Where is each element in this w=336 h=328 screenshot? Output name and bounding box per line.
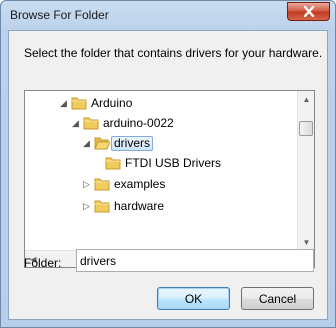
tree-node-arduino[interactable]: ◢ Arduino [25, 94, 295, 113]
tree-node-arduino-0022[interactable]: ◢ arduino-0022 [25, 114, 295, 133]
folder-icon [105, 157, 121, 170]
vertical-scrollbar[interactable]: ▲ ▼ [297, 91, 314, 251]
folder-open-icon [94, 137, 110, 150]
scroll-thumb[interactable] [299, 121, 313, 136]
tree-node-label: FTDI USB Drivers [125, 156, 221, 170]
close-icon [303, 6, 315, 17]
tree-node-ftdi-usb-drivers[interactable]: FTDI USB Drivers [25, 154, 295, 173]
tree-node-label: Arduino [91, 96, 133, 110]
instruction-text: Select the folder that contains drivers … [24, 46, 323, 60]
triangle-down-icon[interactable]: ◢ [71, 114, 80, 133]
triangle-right-icon[interactable]: ▷ [82, 175, 91, 194]
tree-node-label: arduino-0022 [103, 116, 174, 130]
triangle-down-icon[interactable]: ◢ [59, 94, 68, 113]
tree-node-label: hardware [114, 199, 165, 213]
folder-icon [94, 200, 110, 213]
ok-button[interactable]: OK [157, 287, 230, 310]
scroll-up-icon[interactable]: ▲ [298, 91, 314, 108]
tree-node-label: drivers [111, 136, 154, 151]
folder-icon [83, 117, 99, 130]
tree-node-drivers[interactable]: ◢ drivers [25, 134, 295, 153]
tree-node-examples[interactable]: ▷ examples [25, 175, 295, 194]
folder-input[interactable] [76, 249, 314, 272]
tree-node-hardware[interactable]: ▷ hardware [25, 197, 295, 216]
triangle-right-icon[interactable]: ▷ [82, 197, 91, 216]
folder-icon [94, 178, 110, 191]
triangle-down-icon[interactable]: ◢ [82, 134, 91, 153]
folder-label: Folder: [24, 256, 62, 270]
cancel-button[interactable]: Cancel [241, 287, 314, 310]
window-title: Browse For Folder [10, 8, 109, 22]
folder-tree[interactable]: ◢ Arduino ◢ arduino-0022 ◢ drivers FTDI … [24, 90, 315, 268]
close-button[interactable] [287, 2, 330, 21]
folder-icon [71, 97, 87, 110]
tree-node-label: examples [114, 177, 166, 191]
dialog-window: Browse For Folder Select the folder that… [0, 0, 336, 328]
dialog-body: Select the folder that contains drivers … [8, 30, 328, 320]
